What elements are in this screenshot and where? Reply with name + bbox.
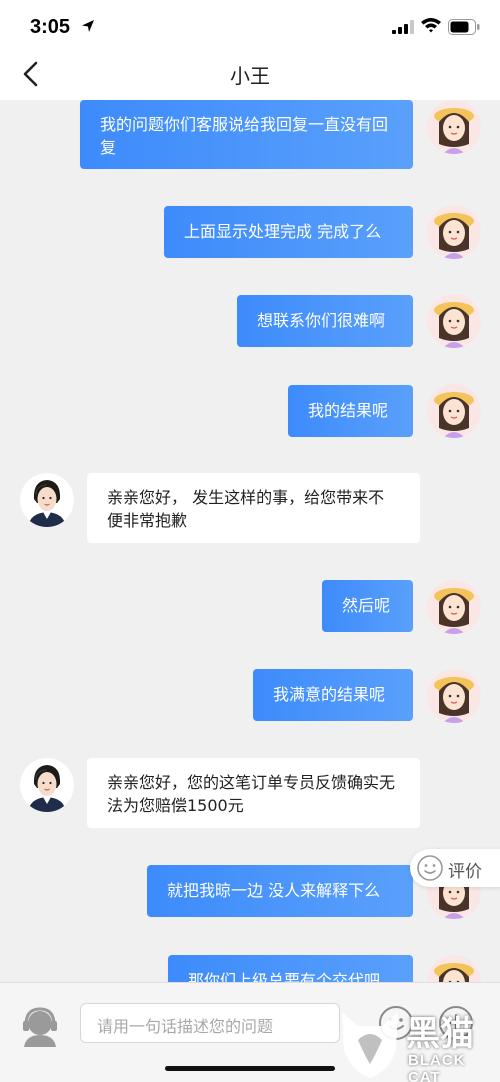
- message-text: 亲亲您好，您的这笔订单专员反馈确实无法为您赔偿1500元: [107, 773, 396, 815]
- status-time: 3:05: [30, 16, 71, 38]
- message-text: 我的结果呢: [308, 401, 389, 420]
- chat-screen: 3:05 小王 我的问题你们客服说给我回复一直没有回复 上面显示处理完成 完成了…: [0, 0, 500, 1082]
- message-text: 那你们上级总要有个交代吧: [188, 971, 381, 982]
- user-avatar[interactable]: [427, 384, 481, 438]
- watermark-cn: 黑猫: [406, 1014, 474, 1054]
- user-message[interactable]: 上面显示处理完成 完成了么: [164, 206, 413, 258]
- message-text: 上面显示处理完成 完成了么: [184, 222, 382, 241]
- agent-message[interactable]: 亲亲您好， 发生这样的事，给您带来不便非常抱歉: [87, 473, 420, 543]
- input-placeholder: 请用一句话描述您的问题: [97, 1017, 274, 1036]
- rate-button[interactable]: 评价: [410, 849, 500, 887]
- status-bar: 3:05: [0, 0, 500, 50]
- rate-label: 评价: [448, 862, 482, 882]
- message-text: 我满意的结果呢: [273, 685, 386, 704]
- customer-service-icon[interactable]: [18, 1003, 62, 1047]
- user-message[interactable]: 我满意的结果呢: [253, 669, 413, 721]
- page-title: 小王: [230, 64, 270, 88]
- message-text: 就把我晾一边 没人来解释下么: [167, 881, 381, 900]
- battery-icon: [448, 19, 480, 35]
- message-input[interactable]: 请用一句话描述您的问题: [80, 1003, 340, 1043]
- user-message[interactable]: 就把我晾一边 没人来解释下么: [147, 865, 413, 917]
- agent-message[interactable]: 亲亲您好，您的这笔订单专员反馈确实无法为您赔偿1500元: [87, 758, 420, 828]
- user-message[interactable]: 我的结果呢: [288, 385, 413, 437]
- black-cat-logo-icon: [342, 1012, 398, 1078]
- message-list[interactable]: 我的问题你们客服说给我回复一直没有回复 上面显示处理完成 完成了么 想联系你们很…: [0, 100, 500, 982]
- wifi-icon: [421, 18, 441, 33]
- user-avatar[interactable]: [427, 669, 481, 723]
- agent-avatar[interactable]: [20, 758, 74, 812]
- user-avatar[interactable]: [427, 955, 481, 982]
- message-text: 然后呢: [342, 596, 391, 615]
- user-message[interactable]: 那你们上级总要有个交代吧: [168, 955, 413, 982]
- signal-icon: [392, 20, 414, 34]
- user-avatar[interactable]: [427, 100, 481, 154]
- watermark: 黑猫 BLACK CAT: [336, 998, 500, 1082]
- message-text: 亲亲您好， 发生这样的事，给您带来不便非常抱歉: [107, 488, 385, 530]
- home-indicator: [165, 1066, 335, 1071]
- user-message[interactable]: 想联系你们很难啊: [237, 295, 413, 347]
- agent-avatar[interactable]: [20, 473, 74, 527]
- user-avatar[interactable]: [427, 294, 481, 348]
- user-avatar[interactable]: [427, 205, 481, 259]
- user-message[interactable]: 然后呢: [322, 580, 413, 632]
- watermark-en: BLACK CAT: [408, 1052, 466, 1082]
- smiley-icon: [417, 855, 443, 881]
- nav-bar: 小王: [0, 50, 500, 101]
- user-message[interactable]: 我的问题你们客服说给我回复一直没有回复: [80, 100, 413, 169]
- message-text: 我的问题你们客服说给我回复一直没有回复: [100, 115, 389, 157]
- location-arrow-icon: [82, 20, 94, 32]
- user-avatar[interactable]: [427, 580, 481, 634]
- message-text: 想联系你们很难啊: [257, 311, 386, 330]
